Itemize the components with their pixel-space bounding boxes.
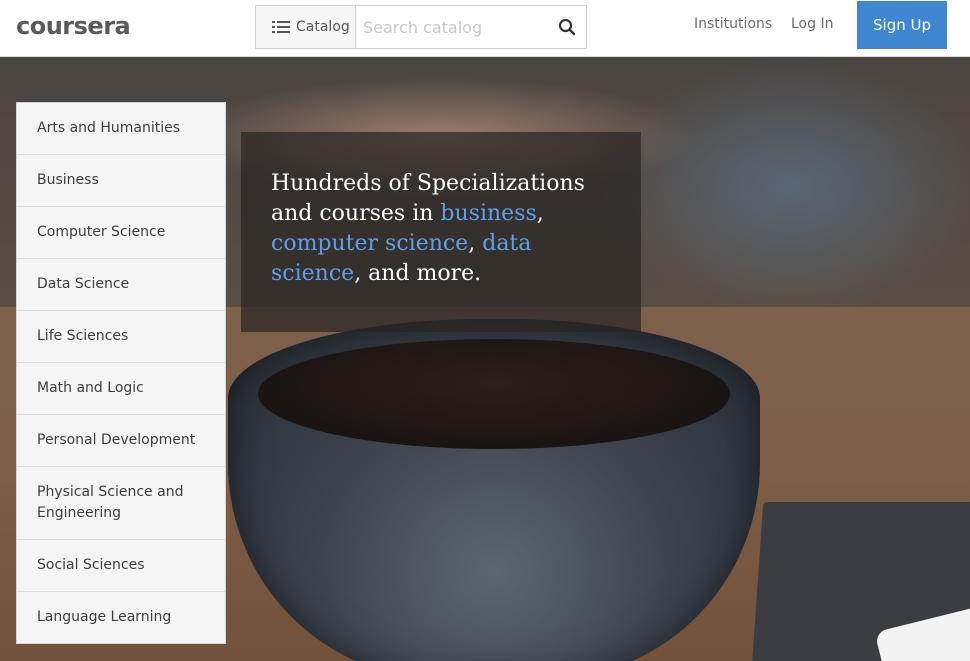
login-link[interactable]: Log In [791, 16, 833, 32]
search-icon[interactable] [558, 18, 576, 36]
category-menu: Arts and Humanities Business Computer Sc… [16, 102, 226, 644]
business-link[interactable]: business [440, 201, 536, 226]
list-icon [272, 20, 290, 34]
signup-button[interactable]: Sign Up [857, 1, 947, 49]
catalog-button[interactable]: Catalog [256, 6, 356, 48]
category-physical-science-engineering[interactable]: Physical Science and Engineering [17, 467, 225, 540]
category-life-sciences[interactable]: Life Sciences [17, 311, 225, 363]
hero-headline-box: Hundreds of Specializations and courses … [241, 132, 641, 332]
coursera-logo[interactable]: coursera [16, 13, 131, 39]
computer-science-link[interactable]: computer science [271, 231, 468, 256]
search-bar: Catalog [255, 5, 587, 49]
search-input[interactable] [356, 6, 556, 48]
category-math-logic[interactable]: Math and Logic [17, 363, 225, 415]
category-data-science[interactable]: Data Science [17, 259, 225, 311]
catalog-label: Catalog [296, 19, 350, 35]
hero-headline: Hundreds of Specializations and courses … [271, 171, 585, 286]
category-personal-development[interactable]: Personal Development [17, 415, 225, 467]
category-arts-humanities[interactable]: Arts and Humanities [17, 103, 225, 155]
category-language-learning[interactable]: Language Learning [17, 592, 225, 643]
top-header: coursera Catalog Institutions Log In Sig… [0, 0, 970, 57]
category-business[interactable]: Business [17, 155, 225, 207]
category-social-sciences[interactable]: Social Sciences [17, 540, 225, 592]
category-computer-science[interactable]: Computer Science [17, 207, 225, 259]
institutions-link[interactable]: Institutions [694, 16, 772, 32]
